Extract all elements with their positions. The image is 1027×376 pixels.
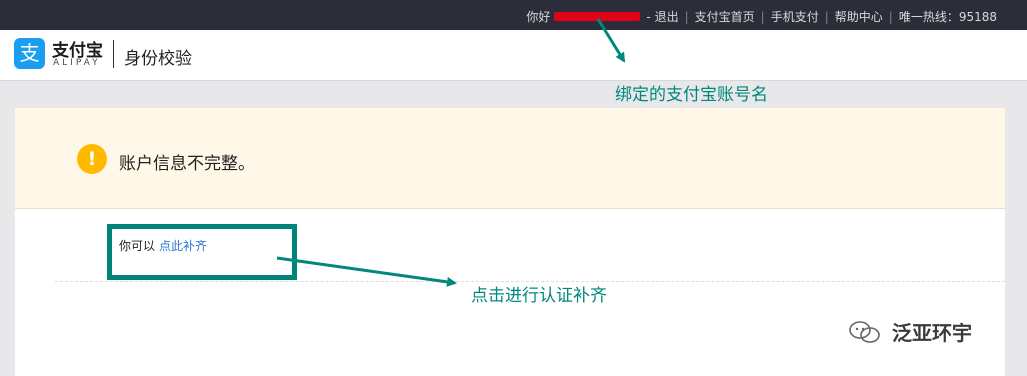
- arrow-to-username: [596, 18, 626, 63]
- annotation-arrows: [276, 18, 626, 287]
- arrow-to-highlight: [276, 256, 457, 287]
